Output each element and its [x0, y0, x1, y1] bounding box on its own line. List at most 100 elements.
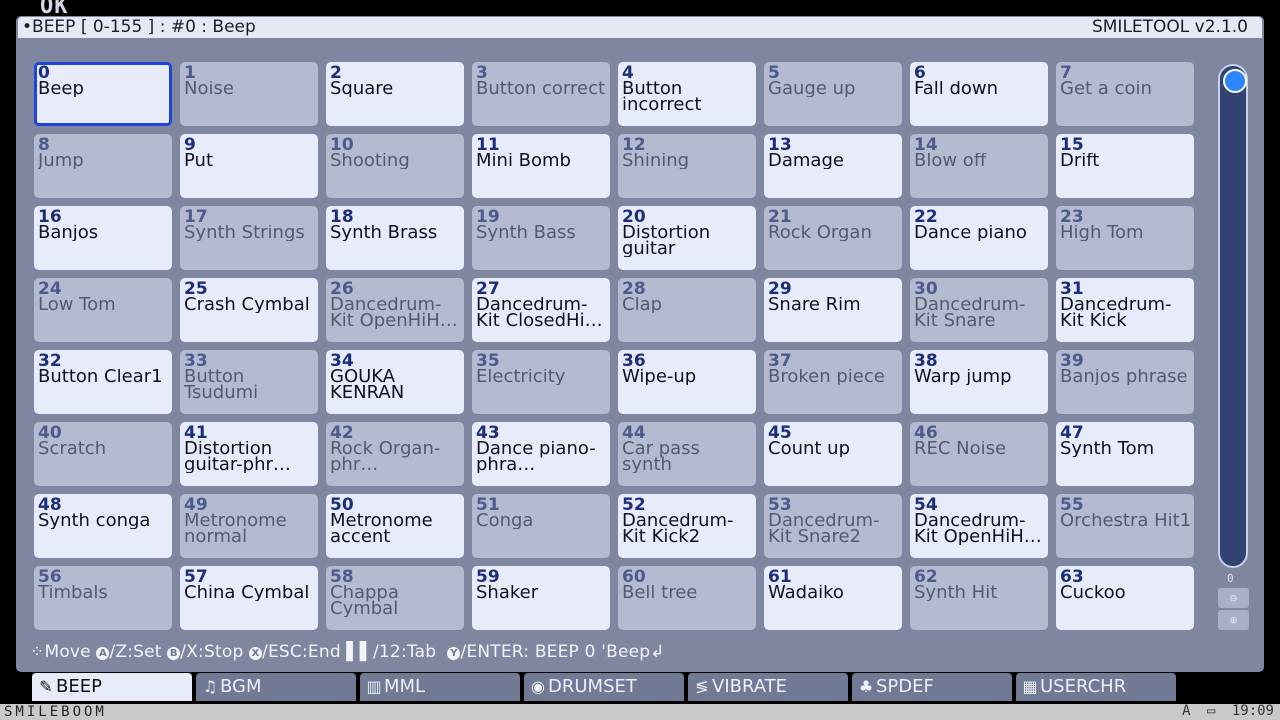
sound-cell[interactable]: 28 Clap — [618, 278, 756, 342]
sound-cell[interactable]: 52 Dancedrum-Kit Kick2 — [618, 494, 756, 558]
sound-cell[interactable]: 31 Dancedrum-Kit Kick — [1056, 278, 1194, 342]
sound-cell[interactable]: 0 Beep — [34, 62, 172, 126]
sound-cell[interactable]: 13 Damage — [764, 134, 902, 198]
sound-cell[interactable]: 44 Car pass synth — [618, 422, 756, 486]
sound-cell[interactable]: 10 Shooting — [326, 134, 464, 198]
sound-cell[interactable]: 41 Distortion guitar-phr… — [180, 422, 318, 486]
sound-cell[interactable]: 32 Button Clear1 — [34, 350, 172, 414]
zoom-out-button[interactable]: ⊖ — [1218, 588, 1249, 608]
tab-userchr[interactable]: ▦ USERCHR — [1016, 673, 1176, 701]
sound-cell[interactable]: 46 REC Noise — [910, 422, 1048, 486]
mml-icon: ▥ — [366, 677, 382, 696]
sound-number: 39 — [1060, 351, 1084, 371]
sound-cell[interactable]: 54 Dancedrum-Kit OpenHiH… — [910, 494, 1048, 558]
sound-cell[interactable]: 34 GOUKA KENRAN — [326, 350, 464, 414]
sound-cell[interactable]: 24 Low Tom — [34, 278, 172, 342]
sound-number: 18 — [330, 207, 354, 227]
sound-cell[interactable]: 26 Dancedrum-Kit OpenHiH… — [326, 278, 464, 342]
tab-bgm[interactable]: ♫ BGM — [196, 673, 356, 701]
sound-number: 50 — [330, 495, 354, 515]
sound-number: 41 — [184, 423, 208, 443]
clock: 19:09 — [1231, 703, 1274, 719]
sound-cell[interactable]: 55 Orchestra Hit1 — [1056, 494, 1194, 558]
sound-cell[interactable]: 60 Bell tree — [618, 566, 756, 630]
sound-name: Metronome accent — [330, 513, 433, 545]
sound-name: Beep — [38, 81, 84, 97]
sound-cell[interactable]: 33 Button Tsudumi — [180, 350, 318, 414]
sound-name: Synth Brass — [330, 225, 438, 241]
spdef-icon: ♣ — [858, 677, 874, 696]
sound-cell[interactable]: 11 Mini Bomb — [472, 134, 610, 198]
sound-cell[interactable]: 37 Broken piece — [764, 350, 902, 414]
sound-cell[interactable]: 4 Button incorrect — [618, 62, 756, 126]
sound-cell[interactable]: 19 Synth Bass — [472, 206, 610, 270]
sound-name: Count up — [768, 441, 851, 457]
sound-cell[interactable]: 63 Cuckoo — [1056, 566, 1194, 630]
sound-name: Rock Organ — [768, 225, 872, 241]
sound-cell[interactable]: 58 Chappa Cymbal — [326, 566, 464, 630]
sound-cell[interactable]: 39 Banjos phrase — [1056, 350, 1194, 414]
tab-spdef[interactable]: ♣ SPDEF — [852, 673, 1012, 701]
tab-label: BEEP — [56, 676, 102, 697]
sound-cell[interactable]: 3 Button correct — [472, 62, 610, 126]
sound-cell[interactable]: 47 Synth Tom — [1056, 422, 1194, 486]
sound-cell[interactable]: 50 Metronome accent — [326, 494, 464, 558]
sound-cell[interactable]: 12 Shining — [618, 134, 756, 198]
sound-cell[interactable]: 25 Crash Cymbal — [180, 278, 318, 342]
sound-number: 31 — [1060, 279, 1084, 299]
tab-mml[interactable]: ▥ MML — [360, 673, 520, 701]
sound-name: Dancedrum-Kit ClosedHi… — [476, 297, 603, 329]
sound-cell[interactable]: 5 Gauge up — [764, 62, 902, 126]
sound-name: Damage — [768, 153, 844, 169]
scrollbar[interactable] — [1218, 64, 1248, 568]
sound-cell[interactable]: 61 Wadaiko — [764, 566, 902, 630]
sound-number: 16 — [38, 207, 62, 227]
sound-cell[interactable]: 8 Jump — [34, 134, 172, 198]
sound-cell[interactable]: 18 Synth Brass — [326, 206, 464, 270]
tab-drumset[interactable]: ◉ DRUMSET — [524, 673, 684, 701]
sound-cell[interactable]: 42 Rock Organ-phr… — [326, 422, 464, 486]
sound-number: 27 — [476, 279, 500, 299]
sound-cell[interactable]: 15 Drift — [1056, 134, 1194, 198]
scroll-knob[interactable] — [1223, 69, 1247, 93]
sound-cell[interactable]: 40 Scratch — [34, 422, 172, 486]
sound-number: 22 — [914, 207, 938, 227]
sound-cell[interactable]: 35 Electricity — [472, 350, 610, 414]
sound-cell[interactable]: 29 Snare Rim — [764, 278, 902, 342]
sound-cell[interactable]: 22 Dance piano — [910, 206, 1048, 270]
sound-cell[interactable]: 59 Shaker — [472, 566, 610, 630]
sound-cell[interactable]: 21 Rock Organ — [764, 206, 902, 270]
zoom-in-button[interactable]: ⊕ — [1218, 610, 1249, 630]
sound-cell[interactable]: 45 Count up — [764, 422, 902, 486]
sound-cell[interactable]: 48 Synth conga — [34, 494, 172, 558]
sound-cell[interactable]: 43 Dance piano-phra… — [472, 422, 610, 486]
sound-number: 11 — [476, 135, 500, 155]
sound-cell[interactable]: 9 Put — [180, 134, 318, 198]
sound-cell[interactable]: 7 Get a coin — [1056, 62, 1194, 126]
sound-cell[interactable]: 16 Banjos — [34, 206, 172, 270]
sound-number: 61 — [768, 567, 792, 587]
tab-vibrate[interactable]: ≶ VIBRATE — [688, 673, 848, 701]
sound-cell[interactable]: 27 Dancedrum-Kit ClosedHi… — [472, 278, 610, 342]
sound-cell[interactable]: 57 China Cymbal — [180, 566, 318, 630]
sound-cell[interactable]: 14 Blow off — [910, 134, 1048, 198]
sound-cell[interactable]: 51 Conga — [472, 494, 610, 558]
sound-number: 24 — [38, 279, 62, 299]
tab-beep[interactable]: ✎ BEEP — [32, 673, 192, 701]
sound-cell[interactable]: 6 Fall down — [910, 62, 1048, 126]
sound-cell[interactable]: 62 Synth Hit — [910, 566, 1048, 630]
sound-cell[interactable]: 56 Timbals — [34, 566, 172, 630]
sound-cell[interactable]: 23 High Tom — [1056, 206, 1194, 270]
a-button-icon: A — [96, 647, 110, 660]
sound-cell[interactable]: 49 Metronome normal — [180, 494, 318, 558]
sound-cell[interactable]: 53 Dancedrum-Kit Snare2 — [764, 494, 902, 558]
sound-name: Dancedrum-Kit Snare — [914, 297, 1026, 329]
sound-cell[interactable]: 30 Dancedrum-Kit Snare — [910, 278, 1048, 342]
sound-cell[interactable]: 2 Square — [326, 62, 464, 126]
sound-cell[interactable]: 20 Distortion guitar — [618, 206, 756, 270]
sound-name: Distortion guitar — [622, 225, 711, 257]
sound-cell[interactable]: 17 Synth Strings — [180, 206, 318, 270]
sound-cell[interactable]: 38 Warp jump — [910, 350, 1048, 414]
sound-cell[interactable]: 1 Noise — [180, 62, 318, 126]
sound-cell[interactable]: 36 Wipe-up — [618, 350, 756, 414]
